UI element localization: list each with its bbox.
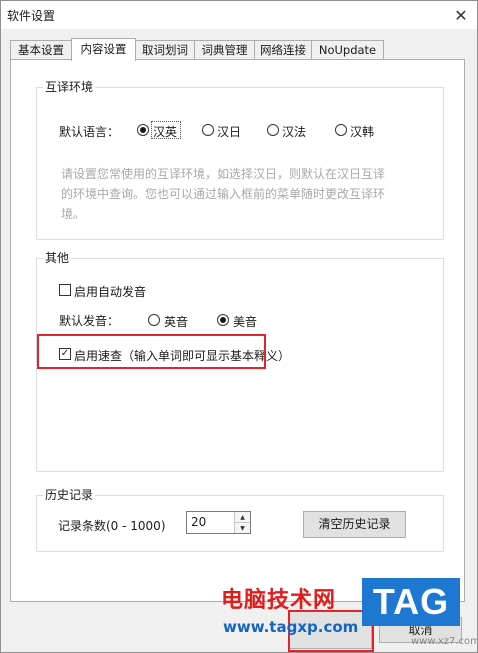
- radio-american[interactable]: [217, 314, 229, 326]
- close-icon[interactable]: ✕: [445, 1, 477, 29]
- stepper-up-icon[interactable]: ▲: [235, 512, 250, 523]
- default-pronounce-label: 默认发音：: [59, 314, 120, 328]
- radio-han-fa[interactable]: [267, 124, 279, 136]
- highlight-box: [37, 334, 266, 369]
- tag-logo-icon: TAG: [362, 578, 460, 626]
- radio-label-han-han[interactable]: 汉韩: [350, 123, 374, 140]
- watermark-url: www.tagxp.com: [223, 618, 359, 636]
- tab-basic[interactable]: 基本设置: [10, 40, 72, 59]
- radio-han-ri[interactable]: [202, 124, 214, 136]
- history-legend: 历史记录: [43, 487, 96, 503]
- radio-label-han-fa[interactable]: 汉法: [282, 123, 306, 140]
- history-count-label: 记录条数(0 - 1000): [58, 519, 166, 533]
- translation-env-group: 互译环境 默认语言： 汉英 汉日 汉法 汉韩 请设置您常使用的互译环境，如选择汉…: [36, 79, 444, 240]
- stepper-buttons: ▲ ▼: [234, 512, 250, 533]
- radio-han-han[interactable]: [335, 124, 347, 136]
- watermark-sub: www.xz7.com: [411, 636, 478, 647]
- radio-label-han-ri[interactable]: 汉日: [217, 123, 241, 140]
- history-count-stepper[interactable]: 20 ▲ ▼: [186, 511, 251, 534]
- tab-dictionary[interactable]: 词典管理: [194, 40, 255, 59]
- stepper-down-icon[interactable]: ▼: [235, 523, 250, 533]
- history-count-value[interactable]: 20: [191, 515, 206, 529]
- auto-pronounce-label[interactable]: 启用自动发音: [74, 283, 146, 300]
- clear-history-button[interactable]: 清空历史记录: [303, 511, 406, 538]
- settings-dialog: 软件设置 ✕ 基本设置 内容设置 取词划词 词典管理 网络连接 NoUpdate…: [0, 0, 478, 653]
- translation-env-legend: 互译环境: [43, 79, 96, 95]
- tab-word-capture[interactable]: 取词划词: [135, 40, 195, 59]
- radio-label-british[interactable]: 英音: [164, 313, 188, 330]
- auto-pronounce-checkbox[interactable]: [59, 284, 71, 296]
- tab-network[interactable]: 网络连接: [254, 40, 312, 59]
- tab-content[interactable]: 内容设置: [71, 38, 136, 61]
- radio-han-ying[interactable]: [137, 124, 149, 136]
- radio-british[interactable]: [148, 314, 160, 326]
- radio-label-american[interactable]: 美音: [233, 313, 257, 330]
- radio-label-han-ying[interactable]: 汉英: [153, 123, 177, 140]
- window-title: 软件设置: [7, 9, 56, 23]
- tab-noupdate[interactable]: NoUpdate: [311, 40, 384, 59]
- translation-env-hint: 请设置您常使用的互译环境，如选择汉日，则默认在汉日互译 的环境中查询。您也可以通…: [61, 167, 386, 221]
- default-language-label: 默认语言：: [59, 125, 120, 139]
- title-bar: 软件设置 ✕: [1, 1, 477, 29]
- watermark-text: 电脑技术网: [221, 588, 337, 613]
- other-legend: 其他: [43, 250, 72, 266]
